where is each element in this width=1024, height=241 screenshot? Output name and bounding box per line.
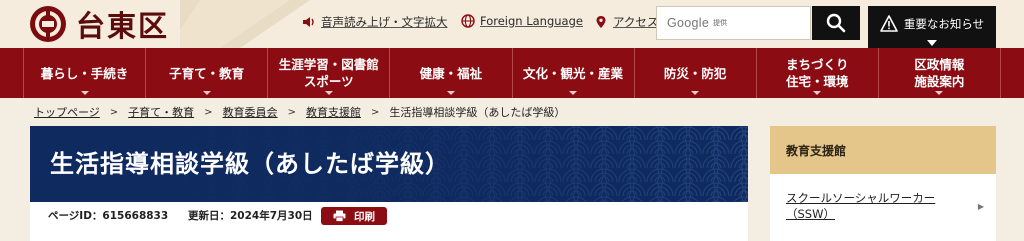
nav-dropdown-icon xyxy=(935,91,944,95)
city-emblem-icon xyxy=(30,6,66,42)
updated-date: 更新日：2024年7月30日 xyxy=(188,210,313,222)
page-id: ページID：615668833 xyxy=(48,210,169,222)
main-content: 生活指導相談学級（あしたば学級） ページID：615668833 更新日：202… xyxy=(30,126,748,241)
nav-dropdown-icon xyxy=(446,91,455,95)
access-label: アクセス xyxy=(613,15,659,29)
site-logo-text: 台東区 xyxy=(76,9,170,43)
nav-item-administration[interactable]: 区政情報 施設案内 xyxy=(877,48,1001,98)
chevron-right-icon: > xyxy=(204,106,213,118)
breadcrumb-current: 生活指導相談学級（あしたば学級） xyxy=(389,106,566,119)
important-notice-label: 重要なお知らせ xyxy=(903,17,985,31)
chevron-right-icon: ▶ xyxy=(977,202,984,211)
search-icon xyxy=(826,13,846,33)
warning-icon xyxy=(880,15,898,32)
breadcrumb-link-board[interactable]: 教育委員会 xyxy=(223,104,278,120)
print-label: 印刷 xyxy=(354,210,375,223)
nav-item-label: 生涯学習・図書館 スポーツ xyxy=(278,57,379,89)
printer-icon xyxy=(333,210,346,222)
title-banner: 生活指導相談学級（あしたば学級） xyxy=(30,126,748,202)
voice-zoom-link[interactable]: 音声読み上げ・文字拡大 xyxy=(302,14,448,30)
sidebar-heading: 教育支援館 xyxy=(770,126,996,174)
nav-dropdown-icon xyxy=(324,91,333,95)
search-button[interactable] xyxy=(812,6,860,40)
nav-item-label: 暮らし・手続き xyxy=(40,65,129,81)
important-notice-button[interactable]: 重要なお知らせ xyxy=(868,6,996,48)
site-logo[interactable]: 台東区 xyxy=(28,4,169,44)
voice-zoom-label: 音声読み上げ・文字拡大 xyxy=(321,15,448,29)
nav-dropdown-icon xyxy=(80,91,89,95)
breadcrumb: トップページ > 子育て・教育 > 教育委員会 > 教育支援館 > 生活指導相談… xyxy=(34,101,565,123)
site-header: 台東区 音声読み上げ・文字拡大 Foreign Language アクセス Go… xyxy=(0,0,1024,48)
chevron-right-icon: > xyxy=(109,106,119,118)
breadcrumb-link-childcare[interactable]: 子育て・教育 xyxy=(128,104,194,120)
search-provided-label: 提供 xyxy=(713,19,728,27)
nav-item-safety[interactable]: 防災・防犯 xyxy=(633,48,756,98)
nav-item-childcare[interactable]: 子育て・教育 xyxy=(145,48,267,98)
search-brand: Google xyxy=(667,16,710,30)
nav-dropdown-icon xyxy=(569,91,578,95)
speaker-icon xyxy=(303,17,314,27)
nav-item-label: 文化・観光・産業 xyxy=(523,65,624,81)
chevron-right-icon: > xyxy=(370,106,380,118)
nav-dropdown-icon xyxy=(202,91,211,95)
nav-item-culture[interactable]: 文化・観光・産業 xyxy=(511,48,634,98)
breadcrumb-link-support-center[interactable]: 教育支援館 xyxy=(306,104,361,120)
nav-item-label: まちづくり 住宅・環境 xyxy=(786,57,849,89)
chevron-down-icon xyxy=(927,40,937,46)
nav-item-label: 防災・防犯 xyxy=(663,65,727,81)
header-decoration xyxy=(180,0,310,48)
nav-dropdown-icon xyxy=(691,91,700,95)
print-button[interactable]: 印刷 xyxy=(321,207,387,225)
global-nav: 暮らし・手続き 子育て・教育 生涯学習・図書館 スポーツ 健康・福祉 文化・観光… xyxy=(0,48,1024,98)
foreign-language-label: Foreign Language xyxy=(480,14,583,28)
nav-item-label: 子育て・教育 xyxy=(169,65,245,81)
nav-item-health[interactable]: 健康・福祉 xyxy=(389,48,511,98)
sidebar-item-label: スクールソーシャルワーカー（SSW） xyxy=(786,191,936,221)
nav-item-label: 区政情報 施設案内 xyxy=(914,57,965,89)
nav-item-label: 健康・福祉 xyxy=(419,65,483,81)
search-input[interactable]: Google 提供 xyxy=(656,6,811,40)
nav-item-town-planning[interactable]: まちづくり 住宅・環境 xyxy=(755,48,878,98)
map-pin-icon xyxy=(596,16,606,28)
foreign-language-link[interactable]: Foreign Language xyxy=(461,14,583,28)
page-title: 生活指導相談学級（あしたば学級） xyxy=(50,150,450,178)
chevron-right-icon: > xyxy=(287,106,296,118)
nav-item-living[interactable]: 暮らし・手続き xyxy=(23,48,145,98)
sidebar-item-ssw[interactable]: スクールソーシャルワーカー（SSW） ▶ xyxy=(770,174,996,241)
globe-icon xyxy=(461,14,475,28)
nav-dropdown-icon xyxy=(813,91,822,95)
sidebar: 教育支援館 スクールソーシャルワーカー（SSW） ▶ xyxy=(770,126,996,241)
breadcrumb-link-top[interactable]: トップページ xyxy=(34,104,100,120)
nav-item-lifelong-learning[interactable]: 生涯学習・図書館 スポーツ xyxy=(267,48,389,98)
access-link[interactable]: アクセス xyxy=(594,14,658,30)
